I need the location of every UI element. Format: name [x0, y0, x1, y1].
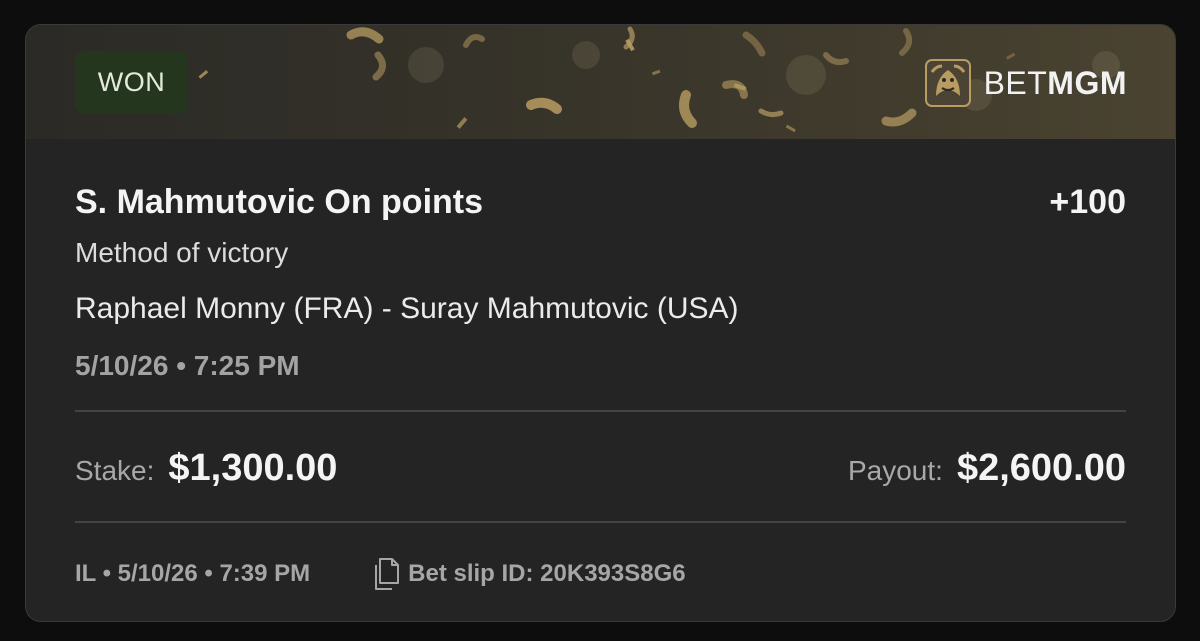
bet-slip-id-text: Bet slip ID: 20K393S8G6: [408, 560, 686, 587]
stake-label: Stake:: [75, 455, 155, 486]
brand-wordmark: BETMGM: [984, 65, 1127, 102]
copy-icon[interactable]: [372, 557, 400, 591]
payout-row: Payout: $2,600.00: [848, 447, 1126, 490]
bet-market: Method of victory: [75, 237, 289, 268]
payout-value: $2,600.00: [956, 447, 1126, 489]
bet-slip-card: WON BETMGM S. Mahmutovic On points +100 …: [25, 24, 1176, 622]
brand-logo: BETMGM: [922, 55, 1127, 111]
divider: [75, 410, 1126, 412]
divider: [75, 521, 1126, 523]
lion-logo-icon: [924, 59, 971, 107]
bet-odds: +100: [1049, 183, 1126, 221]
bet-selection: S. Mahmutovic On points: [75, 183, 484, 221]
payout-label: Payout:: [847, 455, 943, 486]
celebration-banner: WON BETMGM: [26, 25, 1175, 139]
status-badge: WON: [75, 51, 188, 114]
stake-value: $1,300.00: [168, 447, 338, 489]
brand-bet: BET: [983, 64, 1048, 101]
slip-footer: IL • 5/10/26 • 7:39 PM Bet slip ID: 20K3…: [75, 555, 686, 593]
placed-info: IL • 5/10/26 • 7:39 PM: [75, 560, 311, 587]
stake-row: Stake: $1,300.00: [75, 447, 337, 490]
event-name: Raphael Monny (FRA) - Suray Mahmutovic (…: [75, 292, 739, 325]
event-time: 5/10/26 • 7:25 PM: [75, 350, 300, 381]
bet-slip-id[interactable]: Bet slip ID: 20K393S8G6: [372, 557, 686, 591]
brand-mgm: MGM: [1047, 64, 1127, 101]
